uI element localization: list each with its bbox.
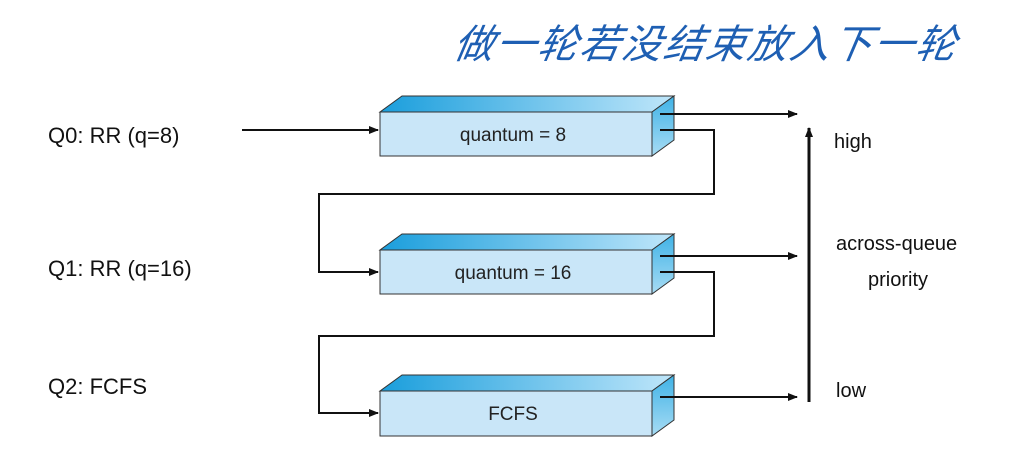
multilevel-feedback-queue-diagram: 做一轮若没结束放入下一轮 Q0: RR (q=8) Q1: RR (q=16) … (0, 0, 1014, 468)
priority-middle-label-line2: priority (868, 269, 929, 291)
queue-box-q2-text: FCFS (488, 404, 538, 425)
priority-high-label: high (834, 131, 872, 153)
queue-box-q2: FCFS (378, 374, 676, 437)
priority-middle-label-line1: across-queue (836, 233, 958, 255)
queue-box-q1: quantum = 16 (378, 233, 676, 295)
queue-box-q1-text: quantum = 16 (455, 263, 572, 284)
queue-box-q0-text: quantum = 8 (460, 125, 566, 146)
queue-box-q0: quantum = 8 (378, 95, 676, 157)
priority-low-label: low (836, 380, 867, 402)
